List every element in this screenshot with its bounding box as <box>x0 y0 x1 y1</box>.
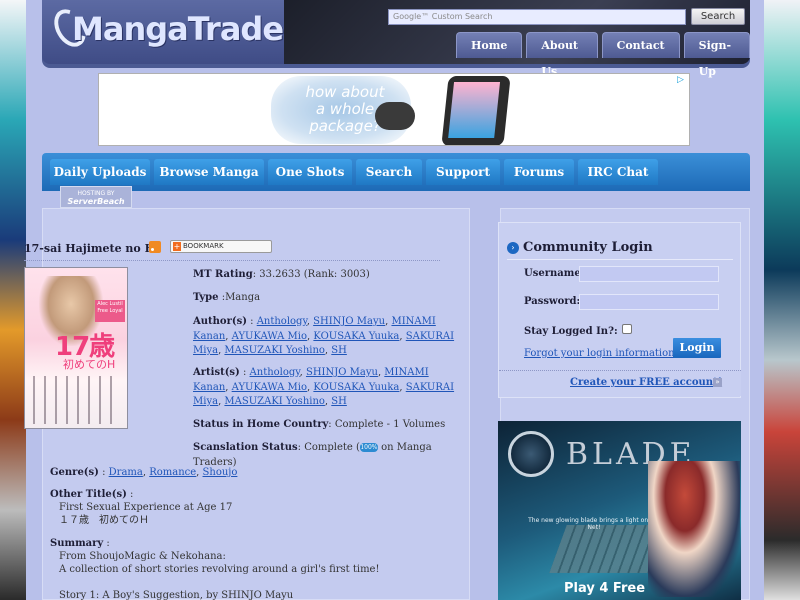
scanlation-prefix: : Complete ( <box>297 442 360 453</box>
genres-label: Genre(s) <box>50 467 99 478</box>
nav-search[interactable]: Search <box>356 159 422 185</box>
artist-link[interactable]: Anthology <box>250 367 300 378</box>
author-link[interactable]: KOUSAKA Yuuka <box>313 331 399 342</box>
nav-one-shots[interactable]: One Shots <box>268 159 352 185</box>
cover-subtitle: 初めてのH <box>63 358 116 371</box>
login-button[interactable]: Login <box>673 338 721 358</box>
arrow-icon: » <box>713 378 722 387</box>
search-button[interactable]: Search <box>691 8 745 25</box>
password-label: Password: <box>524 296 581 307</box>
artist-link[interactable]: SH <box>331 396 347 407</box>
background-art-left <box>0 0 26 600</box>
arrow-right-icon: › <box>507 242 519 254</box>
nav-forums[interactable]: Forums <box>504 159 574 185</box>
status-value: : Complete - 1 Volumes <box>328 419 446 430</box>
top-nav: Home About Us Contact Sign-Up <box>456 32 750 78</box>
username-input[interactable] <box>579 266 719 282</box>
other-titles-label: Other Title(s) <box>50 489 127 500</box>
author-link[interactable]: SH <box>331 345 347 356</box>
cover-text-columns <box>33 376 121 424</box>
type-value: :Manga <box>221 292 261 303</box>
authors-row: Author(s) : Anthology, SHINJO Mayu, MINA… <box>193 316 455 356</box>
author-link[interactable]: AYUKAWA Mio <box>232 331 307 342</box>
create-account-link[interactable]: Create your FREE account! <box>570 377 722 388</box>
rating-label: MT Rating <box>193 269 253 280</box>
status-label: Status in Home Country <box>193 419 329 430</box>
author-link[interactable]: MASUZAKI Yoshino <box>224 345 325 356</box>
nav-support[interactable]: Support <box>426 159 500 185</box>
scanlation-label: Scanslation Status <box>193 442 298 453</box>
hosting-badge-line2: ServerBeach <box>67 197 125 206</box>
stay-logged-in-checkbox[interactable] <box>622 324 632 334</box>
main-nav: Daily Uploads Browse Manga One Shots Sea… <box>42 153 750 191</box>
artists-row: Artist(s) : Anthology, SHINJO Mayu, MINA… <box>193 367 455 407</box>
summary: Summary : From ShoujoMagic & Nekohana: A… <box>50 537 460 600</box>
sidebar-ad-character <box>648 461 740 597</box>
author-link[interactable]: SHINJO Mayu <box>313 316 385 327</box>
banner-phone-screen <box>448 82 501 138</box>
author-link[interactable]: Anthology <box>257 316 307 327</box>
artist-link[interactable]: SHINJO Mayu <box>306 367 378 378</box>
username-label: Username: <box>524 268 585 279</box>
manga-title: 17-sai Hajimete no H <box>24 242 155 255</box>
artist-link[interactable]: KOUSAKA Yuuka <box>313 382 399 393</box>
stay-logged-in-label: Stay Logged In?: <box>524 326 618 337</box>
completion-badge: 100% <box>359 443 378 452</box>
bookmark-button[interactable]: BOOKMARK <box>170 240 272 253</box>
banner-ad[interactable]: how about a whole package? ▷ <box>98 73 690 146</box>
top-nav-about-us[interactable]: About Us <box>526 32 598 78</box>
logo-text: MangaTraders <box>72 10 317 48</box>
other-title: １７歳 初めてのＨ <box>59 515 149 526</box>
status-row: Status in Home Country: Complete - 1 Vol… <box>193 418 467 433</box>
search-input[interactable]: Google™ Custom Search <box>388 9 686 25</box>
summary-line: A collection of short stories revolving … <box>59 564 380 575</box>
header-toolbar: Google™ Custom Search Search Home About … <box>284 0 750 78</box>
login-title: Community Login <box>523 240 653 255</box>
other-title: First Sexual Experience at Age 17 <box>59 502 233 513</box>
top-nav-home[interactable]: Home <box>456 32 523 58</box>
artist-link[interactable]: AYUKAWA Mio <box>232 382 307 393</box>
sidebar-ad-tagline: The new glowing blade brings a light on … <box>528 517 660 531</box>
hosting-badge[interactable]: HOSTING BY ServerBeach <box>60 186 132 208</box>
nav-daily-uploads[interactable]: Daily Uploads <box>50 159 150 185</box>
rating-value: : 33.2633 (Rank: 3003) <box>252 269 370 280</box>
summary-line <box>50 576 460 589</box>
rss-icon[interactable] <box>149 241 161 253</box>
forgot-login-link[interactable]: Forgot your login information? <box>524 348 680 359</box>
sidebar-ad-cta[interactable]: Play 4 Free <box>564 581 645 596</box>
genres-row: Genre(s) : Drama, Romance, Shoujo <box>50 467 238 478</box>
nav-irc-chat[interactable]: IRC Chat <box>578 159 658 185</box>
type-label: Type <box>193 292 219 303</box>
password-input[interactable] <box>579 294 719 310</box>
hosting-badge-line1: HOSTING BY <box>77 190 115 197</box>
artist-link[interactable]: MASUZAKI Yoshino <box>224 396 325 407</box>
nav-browse-manga[interactable]: Browse Manga <box>154 159 264 185</box>
banner-ad-text: how about a whole package? <box>305 83 385 135</box>
manga-cover-image[interactable]: Alec Lustil Free Loyal 17歳 初めてのH <box>24 267 128 429</box>
genre-link[interactable]: Shoujo <box>203 467 238 478</box>
banner-headset-image <box>375 102 415 130</box>
other-titles: Other Title(s) : First Sexual Experience… <box>50 488 460 527</box>
background-art-right <box>764 0 800 600</box>
summary-label: Summary <box>50 538 104 549</box>
sidebar-ad[interactable]: BLADE The new glowing blade brings a lig… <box>498 421 741 600</box>
cover-tag: Alec Lustil Free Loyal <box>95 300 125 322</box>
ad-choices-icon[interactable]: ▷ <box>677 75 687 85</box>
blade-logo-icon <box>508 431 554 477</box>
genre-link[interactable]: Romance <box>149 467 196 478</box>
banner-phone-image <box>441 76 511 145</box>
divider <box>24 260 440 261</box>
top-nav-sign-up[interactable]: Sign-Up <box>683 32 750 78</box>
authors-label: Author(s) <box>193 316 247 327</box>
summary-line: Story 1: A Boy's Suggestion, by SHINJO M… <box>59 590 294 600</box>
type-row: Type :Manga <box>193 291 467 306</box>
artists-label: Artist(s) <box>193 367 240 378</box>
login-divider <box>507 259 733 260</box>
site-header: MangaTraders Google™ Custom Search Searc… <box>42 0 750 78</box>
site-logo[interactable]: MangaTraders <box>42 0 317 64</box>
genre-link[interactable]: Drama <box>109 467 143 478</box>
summary-line: From ShoujoMagic & Nekohana: <box>59 551 226 562</box>
top-nav-contact[interactable]: Contact <box>601 32 680 58</box>
rating-row: MT Rating: 33.2633 (Rank: 3003) <box>193 268 467 283</box>
